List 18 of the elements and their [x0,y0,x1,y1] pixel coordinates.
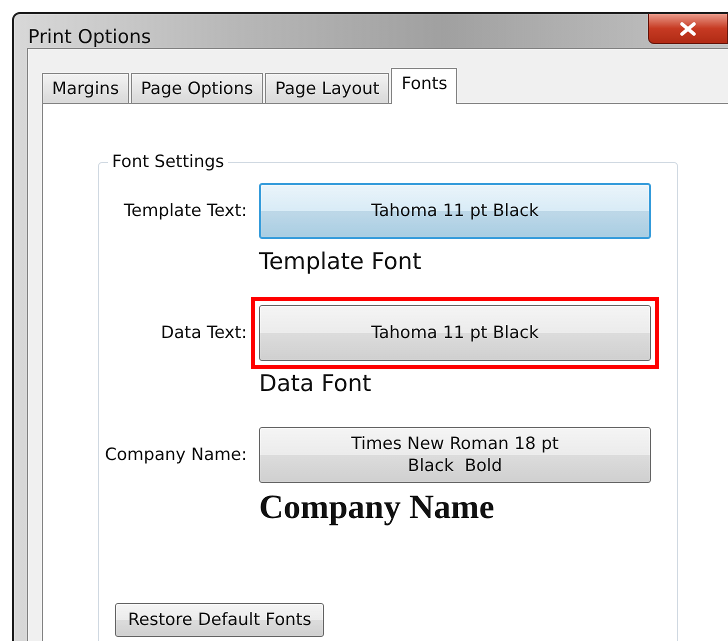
group-title: Font Settings [108,152,228,172]
tab[interactable]: Fonts [391,68,458,104]
font-button[interactable]: Tahoma 11 pt Black [259,305,651,361]
font-preview: Company Name [259,489,496,527]
restore-defaults-button[interactable]: Restore Default Fonts [115,603,324,637]
font-button[interactable]: Times New Roman 18 pt Black Bold [259,427,651,483]
close-icon [679,22,697,36]
font-preview: Template Font [259,249,422,275]
tab[interactable]: Page Layout [265,73,390,103]
field-label: Company Name: [104,445,247,465]
field-label: Data Text: [160,323,247,343]
tab[interactable]: Page Options [130,73,264,103]
font-button[interactable]: Tahoma 11 pt Black [259,183,651,239]
tab[interactable]: Margins [42,73,129,103]
field-label: Template Text: [122,201,247,221]
window-title: Print Options [28,26,152,48]
font-preview: Data Font [259,371,372,397]
close-button[interactable] [648,14,728,44]
